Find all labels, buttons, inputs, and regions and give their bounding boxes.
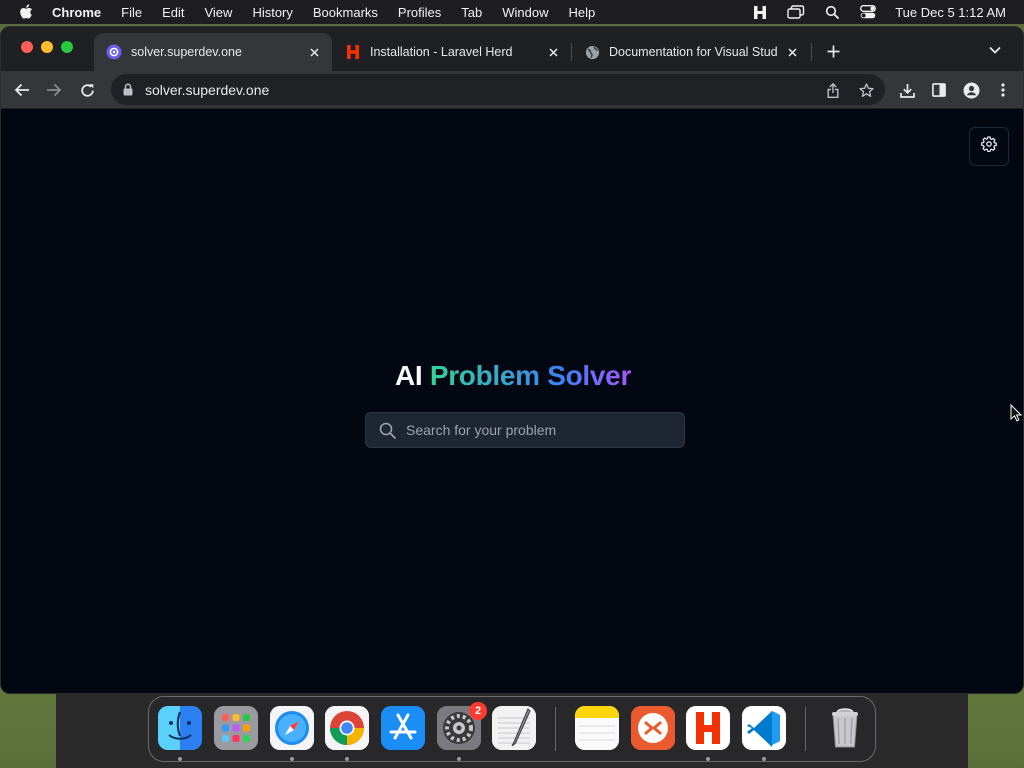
page-title-highlight: Problem Solver [429,360,632,391]
dock-running-indicator [706,757,710,761]
problem-search-box[interactable] [365,412,685,448]
tab-search-chevron-icon[interactable] [986,41,1004,59]
dock-chrome-icon[interactable] [325,706,369,750]
herd-favicon-icon [345,44,361,60]
profile-avatar-icon[interactable] [961,80,981,100]
menu-file[interactable]: File [121,5,142,20]
close-tab-icon[interactable] [545,44,561,60]
menu-bar-clock[interactable]: Tue Dec 5 1:12 AM [895,5,1006,20]
close-tab-icon[interactable] [306,44,322,60]
globe-favicon-icon [584,44,600,60]
share-icon[interactable] [823,80,843,100]
page-title-prefix: AI [394,360,423,391]
dock-vscode-icon[interactable] [742,706,786,750]
page-viewport: AI Problem Solver [1,110,1023,693]
lock-icon[interactable] [121,83,135,97]
menu-help[interactable]: Help [569,5,596,20]
dock-running-indicator [457,757,461,761]
dock-notes-icon[interactable] [575,706,619,750]
solver-favicon-icon [106,44,122,60]
chrome-menu-icon[interactable] [993,80,1013,100]
menu-profiles[interactable]: Profiles [398,5,441,20]
menu-app-name[interactable]: Chrome [52,5,101,20]
reload-button[interactable] [77,80,97,100]
mouse-cursor-icon [1010,403,1023,422]
window-controls [21,41,73,53]
dock-safari-icon[interactable] [270,706,314,750]
side-panel-icon[interactable] [929,80,949,100]
minimize-window-button[interactable] [41,41,53,53]
dock-divider [555,707,556,751]
dock: 2 [148,696,876,762]
dock-running-indicator [345,757,349,761]
tab-separator [811,43,812,61]
bookmark-star-icon[interactable] [856,80,876,100]
menu-tab[interactable]: Tab [461,5,482,20]
menu-view[interactable]: View [204,5,232,20]
tab-laravel-herd[interactable]: Installation - Laravel Herd [333,33,571,71]
screen-mirroring-icon[interactable] [787,3,805,21]
close-window-button[interactable] [21,41,33,53]
herd-status-icon[interactable] [751,3,769,21]
control-center-icon[interactable] [859,3,877,21]
gear-icon [981,136,997,157]
dock-remote-desktop-icon[interactable] [631,706,675,750]
tab-vscode-docs[interactable]: Documentation for Visual Stud [572,33,810,71]
problem-search-input[interactable] [406,422,676,438]
new-tab-button[interactable] [823,41,843,61]
downloads-icon[interactable] [897,80,917,100]
dock-divider [805,707,806,751]
dock-app-store-icon[interactable] [381,706,425,750]
forward-button[interactable] [44,80,64,100]
menu-bar: Chrome File Edit View History Bookmarks … [0,0,1024,24]
tab-label: Installation - Laravel Herd [370,45,513,59]
maximize-window-button[interactable] [61,41,73,53]
menu-history[interactable]: History [252,5,292,20]
settings-button[interactable] [969,127,1009,166]
menu-edit[interactable]: Edit [162,5,184,20]
dock-finder-icon[interactable] [158,706,202,750]
tab-label: solver.superdev.one [131,45,242,59]
menu-window[interactable]: Window [502,5,548,20]
menu-bookmarks[interactable]: Bookmarks [313,5,378,20]
dock-launchpad-icon[interactable] [214,706,258,750]
spotlight-search-icon[interactable] [823,3,841,21]
page-title: AI Problem Solver [1,360,1023,392]
address-bar[interactable]: solver.superdev.one [111,74,885,105]
tab-solver[interactable]: solver.superdev.one [94,33,332,71]
address-bar-url[interactable]: solver.superdev.one [145,82,269,98]
close-tab-icon[interactable] [784,44,800,60]
tab-strip: solver.superdev.one Installation - Larav… [1,27,1023,71]
dock-herd-icon[interactable] [686,706,730,750]
browser-toolbar: solver.superdev.one [1,71,1023,109]
dock-textedit-icon[interactable] [492,706,536,750]
apple-menu-icon[interactable] [18,4,34,20]
tab-label: Documentation for Visual Stud [609,45,778,59]
dock-trash-icon[interactable] [823,706,867,750]
dock-running-indicator [290,757,294,761]
dock-running-indicator [762,757,766,761]
notification-badge: 2 [469,702,487,720]
back-button[interactable] [12,80,32,100]
browser-window: solver.superdev.one Installation - Larav… [0,26,1024,694]
dock-running-indicator [178,757,182,761]
search-icon [378,421,396,439]
